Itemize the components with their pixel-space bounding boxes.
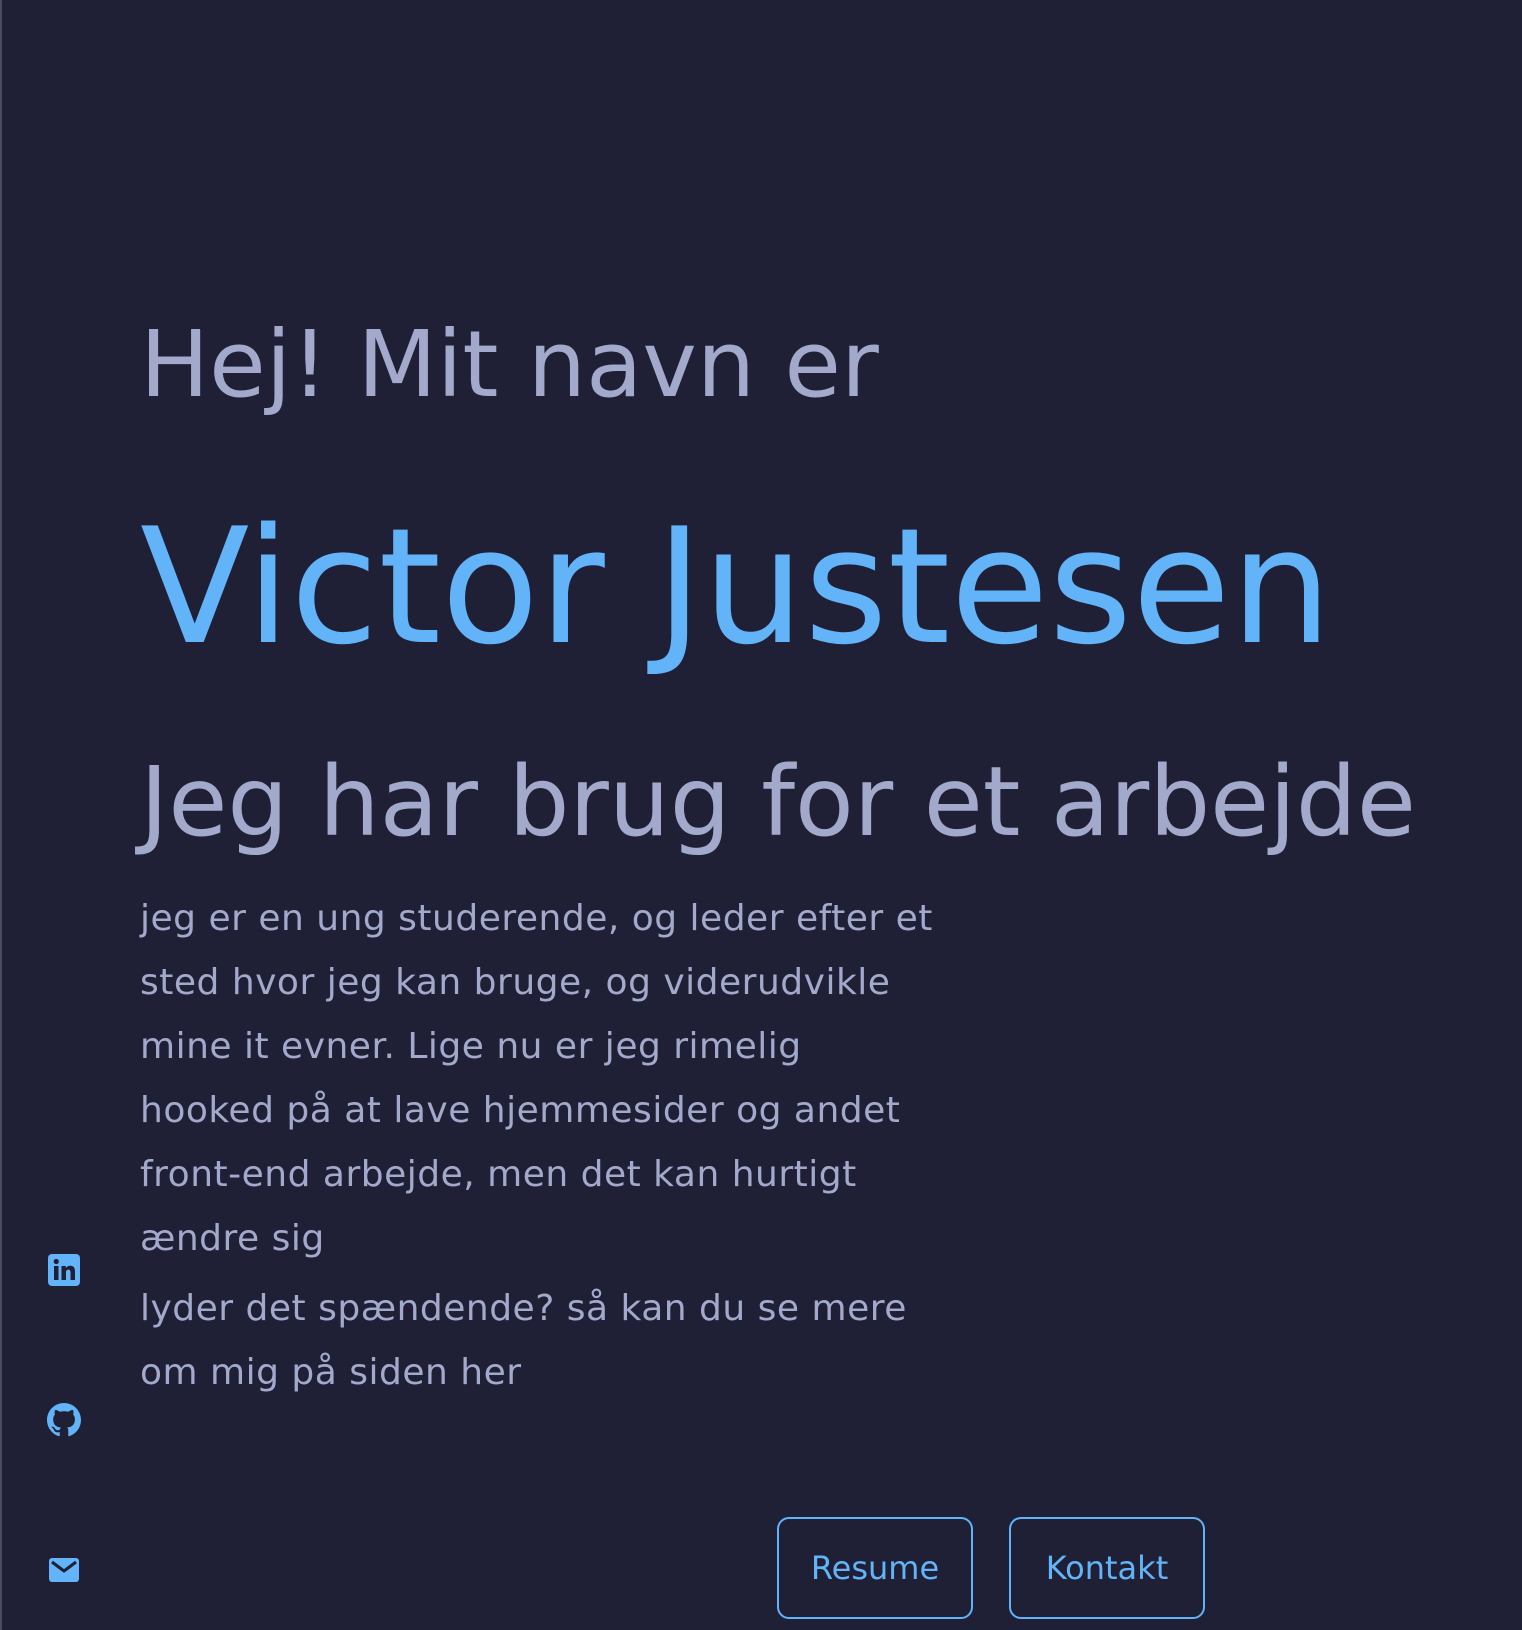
about-line: jeg er en ung studerende, og leder efter… xyxy=(140,898,933,939)
contact-button[interactable]: Kontakt xyxy=(1009,1517,1205,1619)
window-left-border xyxy=(0,0,2,1630)
name-heading: Victor Justesen xyxy=(140,493,1332,680)
about-line: front-end arbejde, men det kan hurtigt xyxy=(140,1154,857,1195)
resume-button[interactable]: Resume xyxy=(777,1517,973,1619)
about-paragraph: jeg er en ung studerende, og leder efter… xyxy=(140,887,933,1271)
mail-icon xyxy=(49,1558,79,1582)
about-line: sted hvor jeg kan bruge, og viderudvikle xyxy=(140,962,891,1003)
email-link[interactable] xyxy=(46,1552,82,1588)
tagline-heading: Jeg har brug for et arbejde xyxy=(140,746,1416,858)
github-link[interactable] xyxy=(46,1402,82,1438)
cta-line: om mig på siden her xyxy=(140,1352,522,1393)
about-line: ændre sig xyxy=(140,1218,325,1259)
greeting-heading: Hej! Mit navn er xyxy=(140,311,879,418)
about-line: mine it evner. Lige nu er jeg rimelig xyxy=(140,1026,802,1067)
linkedin-icon xyxy=(48,1254,80,1286)
about-line: hooked på at lave hjemmesider og andet xyxy=(140,1090,901,1131)
github-icon xyxy=(47,1403,81,1437)
linkedin-link[interactable] xyxy=(46,1252,82,1288)
call-to-action-paragraph: lyder det spændende? så kan du se mere o… xyxy=(140,1277,907,1405)
cta-line: lyder det spændende? så kan du se mere xyxy=(140,1288,907,1329)
